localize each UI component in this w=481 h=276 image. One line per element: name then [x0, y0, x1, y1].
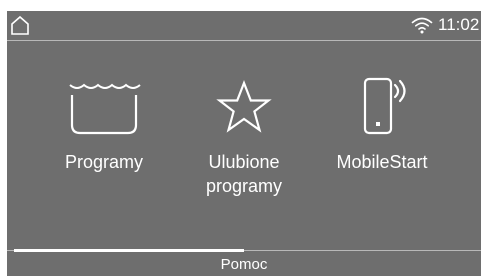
- tile-mobilestart-label: MobileStart: [336, 152, 428, 172]
- home-icon[interactable]: [9, 14, 31, 36]
- clock: 11:02: [438, 15, 480, 34]
- control-panel-screen: 11:02 Programy Ulubione programy MobileS…: [7, 11, 481, 276]
- washing-tub-icon: [29, 77, 179, 142]
- tile-mobilestart[interactable]: MobileStart: [307, 77, 457, 227]
- tile-favorites-label: Ulubione programy: [205, 152, 283, 196]
- page-indicator: [14, 249, 244, 252]
- help-bar[interactable]: Pomoc: [7, 246, 481, 276]
- status-bar: 11:02: [7, 11, 481, 39]
- smartphone-signal-icon: [307, 77, 457, 142]
- wifi-icon: [411, 16, 433, 34]
- tile-programs[interactable]: Programy: [29, 77, 179, 227]
- status-divider: [7, 40, 481, 41]
- tile-programs-label: Programy: [64, 152, 144, 172]
- help-label: Pomoc: [220, 256, 268, 273]
- tile-favorites[interactable]: Ulubione programy: [169, 77, 319, 227]
- star-icon: [169, 77, 319, 142]
